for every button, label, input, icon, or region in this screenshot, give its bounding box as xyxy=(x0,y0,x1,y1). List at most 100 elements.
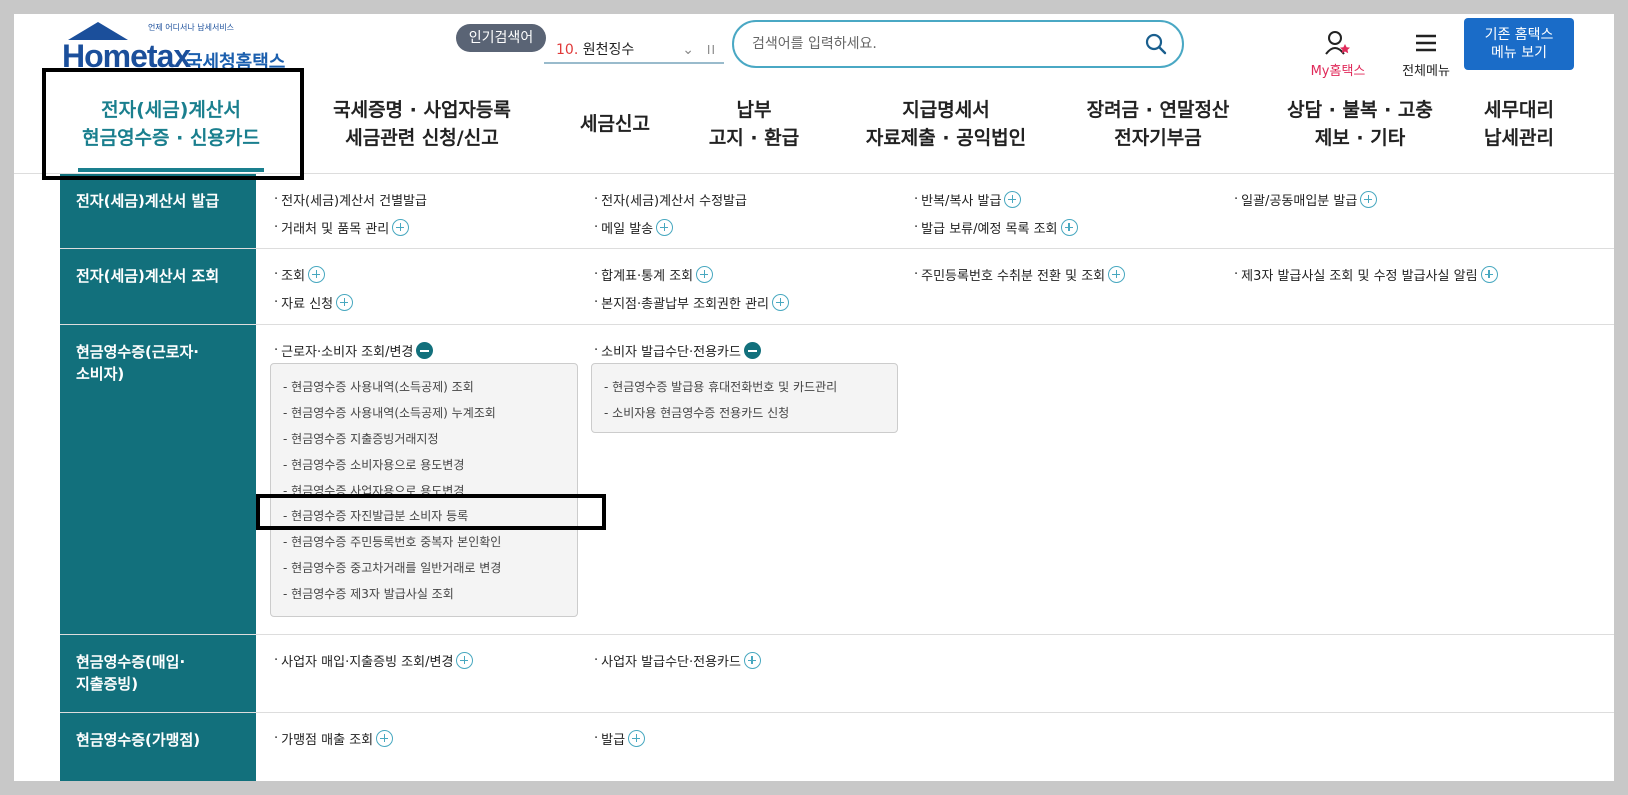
menu-link[interactable]: · 합계표·통계 조회 xyxy=(594,265,714,284)
menu-link[interactable]: · 사업자 매입·지출증빙 조회/변경 xyxy=(274,651,474,670)
expand-plus-icon[interactable] xyxy=(743,652,761,669)
chevron-down-icon[interactable]: ⌄ xyxy=(682,36,694,64)
nav-tab-line1: 상담 · 불복 · 고충 xyxy=(1287,99,1433,121)
menu-link[interactable]: · 거래처 및 품목 관리 xyxy=(274,218,410,237)
menu-link-label: 근로자·소비자 조회/변경 xyxy=(281,345,414,360)
submenu-item-label: 현금영수증 사용내역(소득공제) 조회 xyxy=(291,380,474,394)
menu-link[interactable]: · 일괄/공동매입분 발급 xyxy=(1234,190,1378,209)
search-box xyxy=(732,20,1184,68)
expand-plus-icon[interactable] xyxy=(656,219,674,236)
menu-link[interactable]: · 전자(세금)계산서 수정발급 xyxy=(594,190,747,209)
row-heading-line1: 현금영수증(근로자· xyxy=(76,343,199,361)
submenu-item[interactable]: - 현금영수증 사용내역(소득공제) 누계조회 xyxy=(283,404,496,421)
menu-link[interactable]: · 가맹점 매출 조회 xyxy=(274,729,394,748)
search-icon[interactable] xyxy=(1144,32,1168,56)
expand-plus-icon[interactable] xyxy=(1360,191,1378,208)
menu-row-invoice-inquiry: 전자(세금)계산서 조회 · 조회 · 합계표·통계 조회 · 주민등록번호 수… xyxy=(60,249,1614,325)
nav-tab-agent[interactable]: 세무대리 납세관리 xyxy=(1484,96,1614,152)
nav-tab-line2: 자료제출 · 공익법인 xyxy=(865,127,1027,149)
menu-link[interactable]: · 제3자 발급사실 조회 및 수정 발급사실 알림 xyxy=(1234,265,1498,284)
menu-link-label: 합계표·통계 조회 xyxy=(601,269,694,284)
expand-plus-icon[interactable] xyxy=(1004,191,1022,208)
menu-link[interactable]: · 소비자 발급수단·전용카드 xyxy=(594,341,761,360)
menu-row-cash-receipt-consumer: 현금영수증(근로자· 소비자) · 근로자·소비자 조회/변경 · 소비자 발급… xyxy=(60,325,1614,635)
menu-link-label: 제3자 발급사실 조회 및 수정 발급사실 알림 xyxy=(1241,269,1478,284)
nav-tab-certificate[interactable]: 국세증명 · 사업자등록 세금관련 신청/신고 xyxy=(322,96,522,152)
expand-plus-icon[interactable] xyxy=(392,219,410,236)
submenu-panel-consumer: - 현금영수증 사용내역(소득공제) 조회 - 현금영수증 사용내역(소득공제)… xyxy=(270,363,578,617)
nav-tab-line2: 세금관련 신청/신고 xyxy=(345,127,499,149)
submenu-item[interactable]: - 현금영수증 제3자 발급사실 조회 xyxy=(283,585,454,602)
search-input[interactable] xyxy=(752,32,1132,56)
pause-icon[interactable]: II xyxy=(707,36,716,64)
my-hometax-label: My홈택스 xyxy=(1310,64,1366,79)
submenu-item-label: 현금영수증 지출증빙거래지정 xyxy=(291,432,439,446)
submenu-item[interactable]: - 현금영수증 중고차거래를 일반거래로 변경 xyxy=(283,559,501,576)
menu-link-label: 일괄/공동매입분 발급 xyxy=(1241,194,1358,209)
nav-tab-line2: 전자기부금 xyxy=(1114,127,1202,149)
nav-tab-line2: 제보 · 기타 xyxy=(1314,127,1406,149)
nav-tab-consult[interactable]: 상담 · 불복 · 고충 제보 · 기타 xyxy=(1270,96,1450,152)
menu-row-cash-receipt-expense: 현금영수증(매입· 지출증빙) · 사업자 매입·지출증빙 조회/변경 · 사업… xyxy=(60,635,1614,713)
expand-plus-icon[interactable] xyxy=(772,294,790,311)
menu-link-label: 소비자 발급수단·전용카드 xyxy=(601,345,741,360)
menu-link[interactable]: · 주민등록번호 수취분 전환 및 조회 xyxy=(914,265,1126,284)
expand-plus-icon[interactable] xyxy=(1480,266,1498,283)
expand-plus-icon[interactable] xyxy=(336,294,354,311)
all-menu-button[interactable]: 전체메뉴 xyxy=(1386,30,1466,79)
menu-link[interactable]: · 전자(세금)계산서 건별발급 xyxy=(274,190,427,209)
menu-link[interactable]: · 발급 보류/예정 목록 조회 xyxy=(914,218,1078,237)
popular-keyword: 원천징수 xyxy=(582,42,635,58)
expand-plus-icon[interactable] xyxy=(456,652,474,669)
nav-tab-line1: 장려금 · 연말정산 xyxy=(1086,99,1230,121)
nav-tab-incentive[interactable]: 장려금 · 연말정산 전자기부금 xyxy=(1068,96,1248,152)
expand-plus-icon[interactable] xyxy=(1060,219,1078,236)
collapse-minus-icon[interactable] xyxy=(416,342,434,359)
row-heading: 전자(세금)계산서 발급 xyxy=(60,174,256,248)
expand-plus-icon[interactable] xyxy=(376,730,394,747)
my-hometax-button[interactable]: My홈택스 xyxy=(1298,30,1378,79)
menu-link[interactable]: · 조회 xyxy=(274,265,326,284)
nav-tab-payment[interactable]: 납부 고지 · 환급 xyxy=(684,96,824,152)
row-heading: 전자(세금)계산서 조회 xyxy=(60,249,256,324)
nav-tab-tax-report[interactable]: 세금신고 xyxy=(560,110,670,138)
menu-link-label: 발급 xyxy=(601,733,626,748)
menu-link[interactable]: · 반복/복사 발급 xyxy=(914,190,1022,209)
popular-search-ticker[interactable]: 10. 원천징수 ⌄ II xyxy=(544,36,724,64)
menu-link[interactable]: · 근로자·소비자 조회/변경 xyxy=(274,341,434,360)
menu-link-label: 사업자 매입·지출증빙 조회/변경 xyxy=(281,655,454,670)
menu-link[interactable]: · 자료 신청 xyxy=(274,293,354,312)
menu-link-label: 전자(세금)계산서 건별발급 xyxy=(281,194,427,209)
row-heading: 현금영수증(근로자· 소비자) xyxy=(60,325,256,634)
expand-plus-icon[interactable] xyxy=(628,730,646,747)
nav-tab-statement[interactable]: 지급명세서 자료제출 · 공익법인 xyxy=(846,96,1046,152)
submenu-item[interactable]: - 현금영수증 지출증빙거래지정 xyxy=(283,430,439,447)
logo-tagline: 언제 어디서나 납세서비스 xyxy=(148,23,235,32)
expand-plus-icon[interactable] xyxy=(308,266,326,283)
submenu-item[interactable]: - 현금영수증 발급용 휴대전화번호 및 카드관리 xyxy=(604,378,837,395)
submenu-item[interactable]: - 현금영수증 소비자용으로 용도변경 xyxy=(283,456,464,473)
menu-link[interactable]: · 발급 xyxy=(594,729,646,748)
collapse-minus-icon[interactable] xyxy=(743,342,761,359)
submenu-item[interactable]: - 소비자용 현금영수증 전용카드 신청 xyxy=(604,404,789,421)
expand-plus-icon[interactable] xyxy=(696,266,714,283)
menu-link[interactable]: · 본지점·총괄납부 조회권한 관리 xyxy=(594,293,790,312)
menu-link-label: 거래처 및 품목 관리 xyxy=(281,222,390,237)
submenu-item-label: 현금영수증 발급용 휴대전화번호 및 카드관리 xyxy=(612,380,838,394)
menu-link-label: 본지점·총괄납부 조회권한 관리 xyxy=(601,297,770,312)
row-heading-line2: 지출증빙) xyxy=(76,675,139,693)
popular-rank: 10. xyxy=(556,42,579,58)
submenu-item[interactable]: - 현금영수증 주민등록번호 중복자 본인확인 xyxy=(283,533,501,550)
menu-link[interactable]: · 메일 발송 xyxy=(594,218,674,237)
row-heading-line1: 현금영수증(매입· xyxy=(76,653,186,671)
old-btn-line1: 기존 홈택스 xyxy=(1484,27,1554,43)
highlight-box-nav-tab xyxy=(42,68,304,180)
nav-tab-line2: 납세관리 xyxy=(1484,127,1554,149)
menu-link[interactable]: · 사업자 발급수단·전용카드 xyxy=(594,651,761,670)
submenu-item[interactable]: - 현금영수증 사용내역(소득공제) 조회 xyxy=(283,378,474,395)
expand-plus-icon[interactable] xyxy=(1108,266,1126,283)
old-btn-line2: 메뉴 보기 xyxy=(1491,45,1547,61)
submenu-item-label: 현금영수증 소비자용으로 용도변경 xyxy=(291,458,465,472)
hometax-window: 언제 어디서나 납세서비스 Hometax 국세청홈택스 인기검색어 10. 원… xyxy=(14,14,1614,781)
old-hometax-menu-button[interactable]: 기존 홈택스 메뉴 보기 xyxy=(1464,18,1574,70)
